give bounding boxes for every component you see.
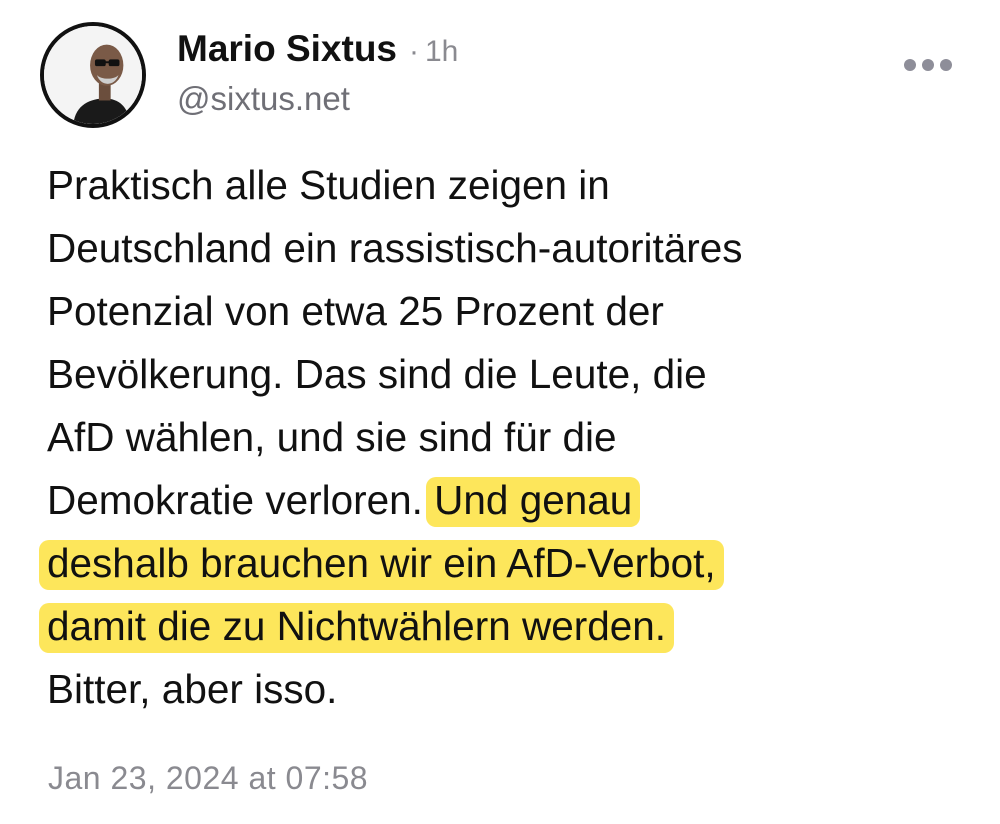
post-text-segment: Bevölkerung. Das sind die Leute, die <box>47 351 707 397</box>
post-line: Bitter, aber isso. <box>47 658 957 721</box>
author-name[interactable]: Mario Sixtus <box>177 28 397 70</box>
more-dot <box>922 59 934 71</box>
author-handle[interactable]: @sixtus.net <box>177 80 350 118</box>
post-text-segment: Potenzial von etwa 25 Prozent der <box>47 288 664 334</box>
post-line: Praktisch alle Studien zeigen in <box>47 154 957 217</box>
author-row: Mario Sixtus · 1h <box>177 28 458 70</box>
avatar[interactable] <box>40 22 146 128</box>
post-text: Praktisch alle Studien zeigen in Deutsch… <box>39 154 957 721</box>
post-line: deshalb brauchen wir ein AfD-Verbot, <box>39 532 957 595</box>
post-line: AfD wählen, und sie sind für die <box>47 406 957 469</box>
avatar-image <box>44 26 142 124</box>
post-line: damit die zu Nichtwählern werden. <box>39 595 957 658</box>
highlighted-text: Und genau <box>426 477 641 527</box>
post-line: Potenzial von etwa 25 Prozent der <box>47 280 957 343</box>
post-line: Bevölkerung. Das sind die Leute, die <box>47 343 957 406</box>
post-text-segment: Deutschland ein rassistisch-autoritäres <box>47 225 743 271</box>
post-text-segment: AfD wählen, und sie sind für die <box>47 414 617 460</box>
relative-time[interactable]: 1h <box>425 35 458 69</box>
more-options-icon[interactable] <box>904 58 952 72</box>
more-dot <box>940 59 952 71</box>
more-dot <box>904 59 916 71</box>
post-line: Deutschland ein rassistisch-autoritäres <box>47 217 957 280</box>
post-text-segment: Bitter, aber isso. <box>47 666 338 712</box>
post-text-segment: Praktisch alle Studien zeigen in <box>47 162 610 208</box>
highlighted-text: damit die zu Nichtwählern werden. <box>39 603 675 653</box>
highlighted-text: deshalb brauchen wir ein AfD-Verbot, <box>39 540 724 590</box>
post-line: Demokratie verloren. Und genau <box>47 469 957 532</box>
separator-dot: · <box>409 35 419 68</box>
post: Mario Sixtus · 1h @sixtus.net Praktisch … <box>0 0 1000 824</box>
post-text-segment: Demokratie verloren. <box>47 477 435 523</box>
post-timestamp: Jan 23, 2024 at 07:58 <box>48 760 369 796</box>
